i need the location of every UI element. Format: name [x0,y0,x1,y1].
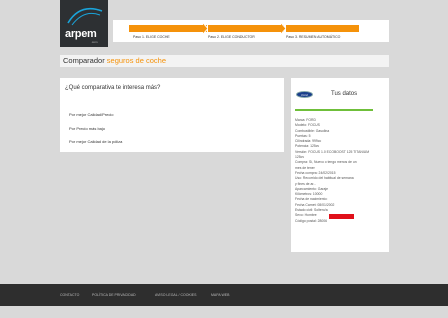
page-title: Comparador seguros de coche [60,55,389,67]
step-1-bar [129,25,207,32]
arpem-logo[interactable]: arpem .com [60,0,108,47]
option-lowest-price[interactable]: Por Precio más bajo [69,126,105,131]
detail-row: Código postal: 28006 [295,218,328,223]
redaction-mark [329,214,354,219]
progress-steps: Paso 1. ELIGE COCHE Paso 2. ELIGE CONDUC… [113,20,389,42]
step-3-label: Paso 3. RESUMEN AUTOMÁTICO [286,35,341,39]
comparison-panel: ¿Qué comparativa te interesa más? Por me… [60,78,284,152]
detail-row: Versión: FOCUS 1.0 ECOBOOST 125 TITANIUM [295,149,370,154]
footer-link-privacy[interactable]: POLÍTICA DE PRIVACIDAD [92,293,136,297]
footer-link-sitemap[interactable]: MAPA WEB [211,293,229,297]
summary-heading: Tus datos [331,91,358,97]
footer: CONTACTO POLÍTICA DE PRIVACIDAD AVISO LE… [0,284,448,306]
option-policy-quality[interactable]: Por mejor Calidad de la póliza [69,139,122,144]
footer-link-legal[interactable]: AVISO LEGAL / COOKIES [155,293,196,297]
summary-details: Marca: FORD Modelo: FOCUS Combustible: G… [295,118,369,224]
step-3-bar [286,25,359,32]
comparison-question: ¿Qué comparativa te interesa más? [65,85,161,91]
footer-link-contact[interactable]: CONTACTO [60,293,79,297]
option-quality-price[interactable]: Por mejor Calidad/Precio [69,112,113,117]
logo-brand: arpem [65,28,97,40]
title-accent: seguros de coche [106,56,166,65]
step-2-bar [208,25,284,32]
step-1-label: Paso 1. ELIGE COCHE [133,35,170,39]
step-2[interactable]: Paso 2. ELIGE CONDUCTOR [208,20,288,42]
ford-logo-icon: Ford [296,91,313,98]
title-prefix: Comparador [63,56,105,65]
logo-swoosh-icon [67,7,103,26]
step-3[interactable]: Paso 3. RESUMEN AUTOMÁTICO [286,20,366,42]
summary-panel: Ford Tus datos Marca: FORD Modelo: FOCUS… [291,78,389,252]
step-2-label: Paso 2. ELIGE CONDUCTOR [208,35,255,39]
logo-suffix: .com [91,40,98,44]
summary-divider [295,109,373,111]
